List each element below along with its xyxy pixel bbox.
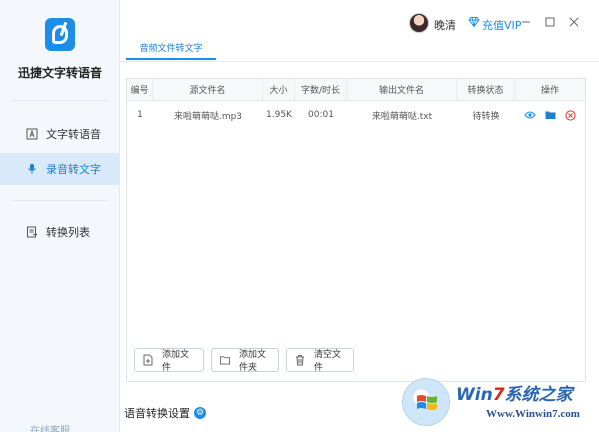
sidebar-divider xyxy=(12,200,108,201)
sidebar-item-text-to-speech[interactable]: 文字转语音 xyxy=(0,118,120,150)
watermark: Win7系统之家 Www.Winwin7.com xyxy=(400,376,599,432)
column-header: 编号 xyxy=(127,79,153,100)
button-label: 添加文件 xyxy=(162,350,190,373)
clear-files-button[interactable]: 清空文件 xyxy=(286,348,354,373)
column-header: 转换状态 xyxy=(457,79,515,100)
avatar[interactable] xyxy=(409,13,429,33)
cell-status: 待转换 xyxy=(472,111,500,122)
column-header: 操作 xyxy=(540,86,559,96)
sidebar-item-convert-list[interactable]: 转换列表 xyxy=(0,216,120,248)
text-document-icon xyxy=(26,128,38,140)
close-button[interactable] xyxy=(566,14,582,30)
online-support-link[interactable]: 在线客服 xyxy=(30,422,70,432)
sidebar-item-label: 录音转文字 xyxy=(46,163,101,176)
cell-number: 1 xyxy=(137,110,143,120)
column-header: 大小 xyxy=(263,79,295,100)
open-folder-icon[interactable] xyxy=(545,110,556,120)
sidebar-item-label: 转换列表 xyxy=(46,226,90,239)
column-header: 输出文件名 xyxy=(347,79,457,100)
diamond-icon[interactable] xyxy=(468,16,480,28)
gear-icon[interactable]: ⚙ xyxy=(194,407,206,419)
column-header: 源文件名 xyxy=(153,79,263,100)
recharge-vip-link[interactable]: 充值VIP xyxy=(482,17,521,33)
watermark-site: Www.Winwin7.com xyxy=(486,408,580,420)
cell-source-file: 来啦萌萌哒.mp3 xyxy=(173,111,243,122)
cell-size: 1.95K xyxy=(266,110,292,120)
table-header: 编号 源文件名 大小 字数/时长 输出文件名 转换状态 操作 xyxy=(127,79,585,101)
cell-duration: 00:01 xyxy=(308,110,334,120)
sidebar-divider xyxy=(12,100,108,101)
trash-icon xyxy=(295,354,305,366)
speech-convert-settings[interactable]: 语音转换设置 ⚙ xyxy=(124,405,206,421)
button-label: 清空文件 xyxy=(314,350,342,373)
button-label: 添加文件夹 xyxy=(239,350,267,373)
add-file-button[interactable]: 添加文件 xyxy=(134,348,204,373)
cell-output-file: 来啦萌萌哒.txt xyxy=(371,111,433,122)
convert-list-icon xyxy=(26,226,38,238)
sidebar-item-speech-to-text[interactable]: 录音转文字 xyxy=(0,153,120,185)
windows-logo-icon xyxy=(402,378,450,426)
add-folder-button[interactable]: 添加文件夹 xyxy=(211,348,279,373)
tab-audio-to-text[interactable]: 音频文件转文字 xyxy=(126,36,216,60)
add-folder-icon xyxy=(220,354,230,366)
file-table: 编号 源文件名 大小 字数/时长 输出文件名 转换状态 操作 1 来啦萌萌哒.m… xyxy=(126,78,586,382)
settings-label: 语音转换设置 xyxy=(124,407,190,420)
cell-actions xyxy=(515,101,585,129)
sidebar-item-label: 文字转语音 xyxy=(46,128,101,141)
watermark-title: Win7系统之家 xyxy=(456,385,573,405)
preview-eye-icon[interactable] xyxy=(524,110,536,120)
maximize-button[interactable] xyxy=(542,14,558,30)
username[interactable]: 晚清 xyxy=(434,17,456,33)
minimize-button[interactable] xyxy=(518,14,534,30)
delete-icon[interactable] xyxy=(565,109,576,121)
microphone-icon xyxy=(26,163,38,175)
add-file-icon xyxy=(143,354,153,366)
tab-divider xyxy=(121,61,599,62)
table-row[interactable]: 1 来啦萌萌哒.mp3 1.95K 00:01 来啦萌萌哒.txt 待转换 xyxy=(127,101,585,129)
column-header: 字数/时长 xyxy=(295,79,347,100)
app-logo-icon xyxy=(45,18,75,51)
sidebar: 迅捷文字转语音 文字转语音 录音转文字 转换列表 在线客服 xyxy=(0,0,120,432)
app-name: 迅捷文字转语音 xyxy=(17,66,102,80)
